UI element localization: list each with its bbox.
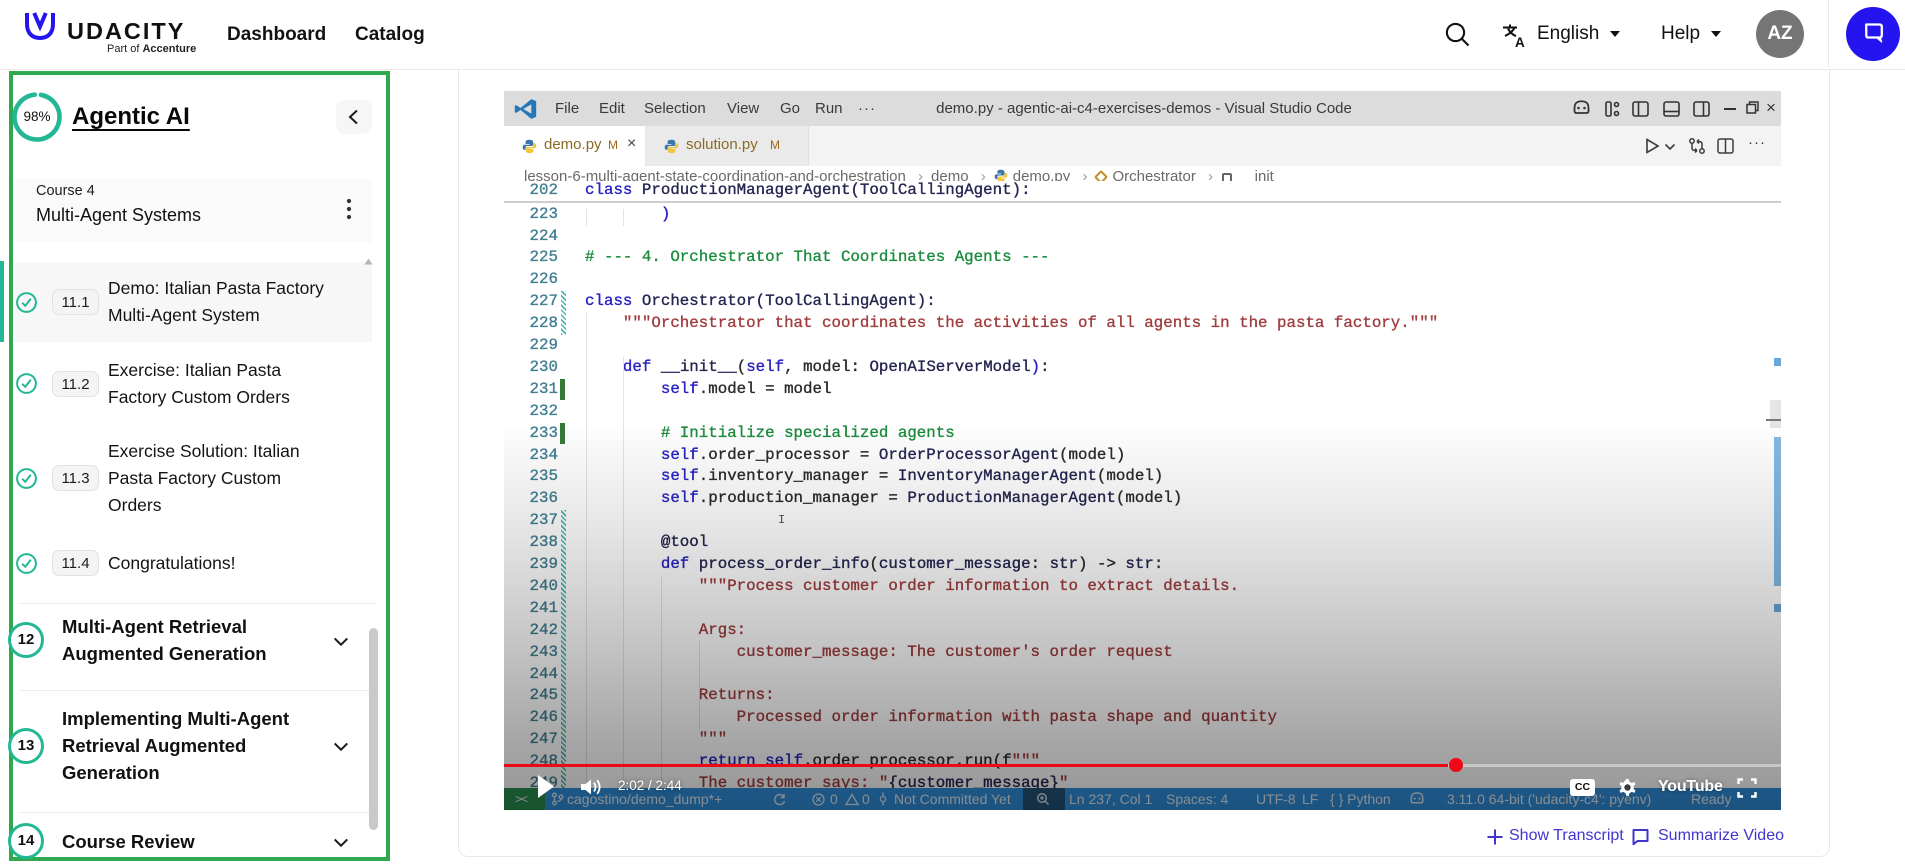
svg-text:A: A [1515,35,1525,49]
